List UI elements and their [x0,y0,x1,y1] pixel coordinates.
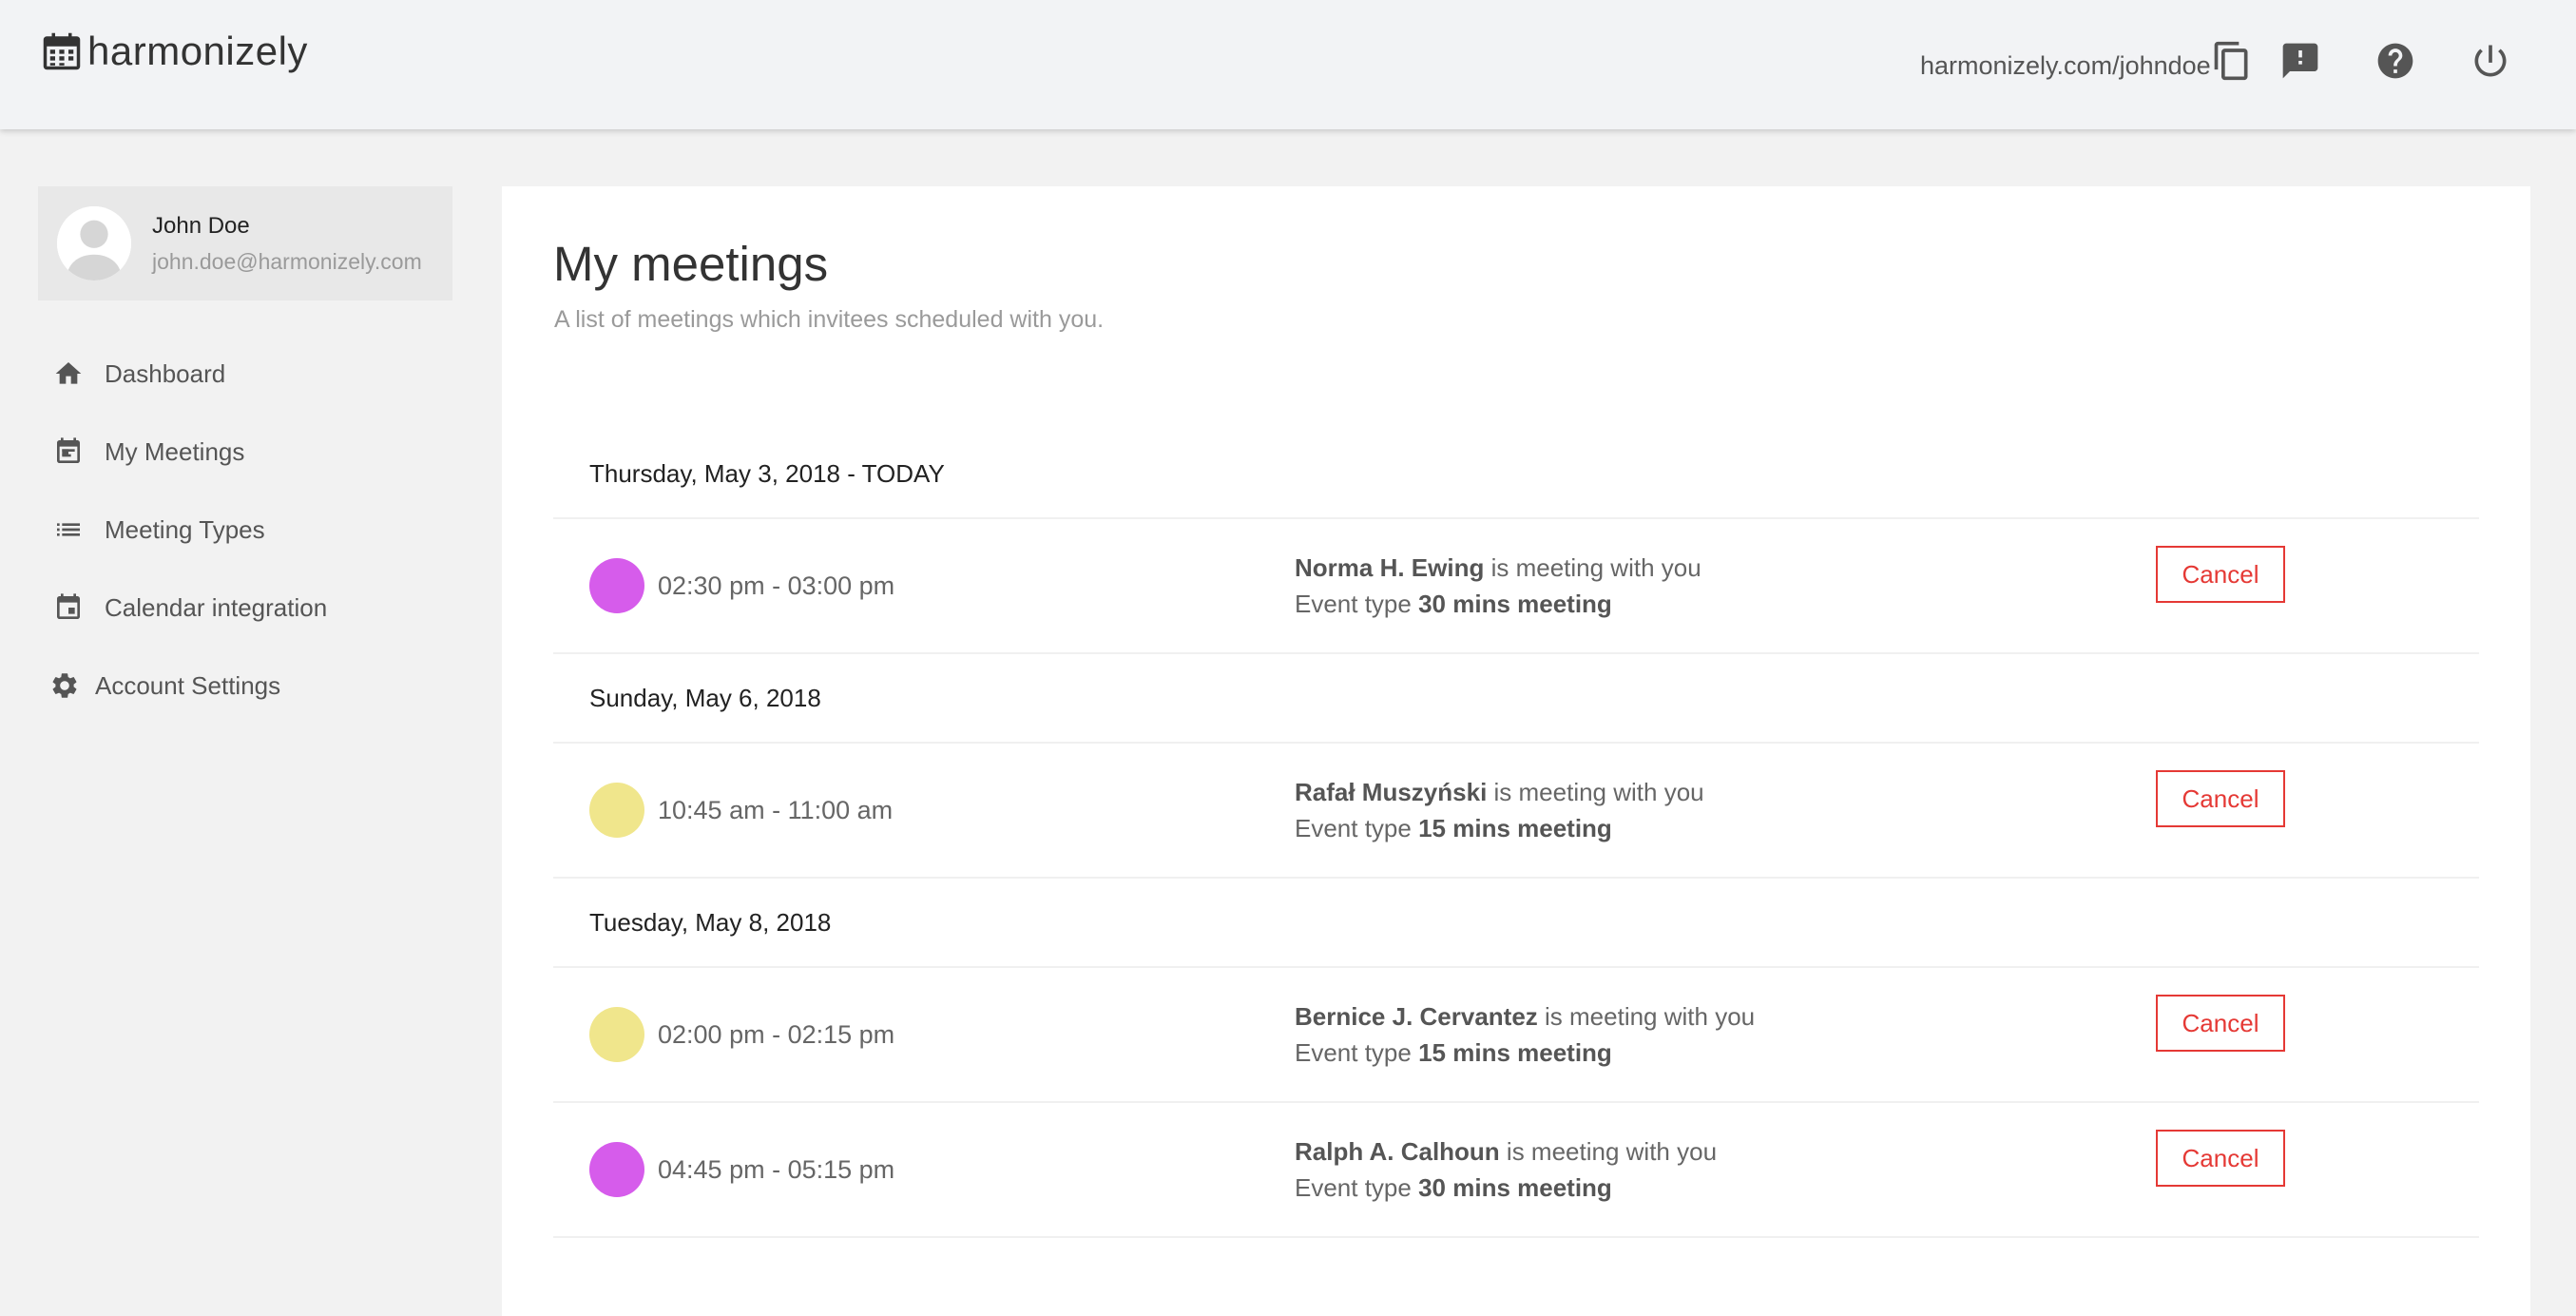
meeting-row: 10:45 am - 11:00 am Rafał Muszyński is m… [553,744,2479,879]
invitee-name: Ralph A. Calhoun [1295,1137,1500,1166]
meeting-event-line: Event type 15 mins meeting [1295,1035,2141,1071]
meeting-text: is meeting with you [1487,778,1704,806]
meeting-event-line: Event type 30 mins meeting [1295,586,2141,622]
event-type: 30 mins meeting [1418,590,1612,618]
invitee-name: Norma H. Ewing [1295,553,1485,582]
meeting-row: 02:30 pm - 03:00 pm Norma H. Ewing is me… [553,519,2479,654]
invitee-name: Bernice J. Cervantez [1295,1002,1538,1031]
meeting-text: is meeting with you [1499,1137,1718,1166]
event-label: Event type [1295,590,1419,618]
top-bar: harmonizely harmonizely.com/johndoe [0,0,2576,129]
event-label: Event type [1295,1173,1419,1202]
help-icon [2377,43,2413,79]
calendar-icon [43,32,81,70]
sidebar-item-label: Calendar integration [105,592,328,622]
user-profile: John Doe john.doe@harmonizely.com [38,186,452,300]
meeting-invitee-line: Bernice J. Cervantez is meeting with you [1295,998,2141,1035]
copy-icon [2214,41,2248,81]
invitee-name: Rafał Muszyński [1295,778,1488,806]
feedback-icon [2282,43,2318,79]
page-subtitle: A list of meetings which invitees schedu… [554,306,1105,333]
power-icon [2474,45,2507,77]
sidebar-item-account-settings[interactable]: Account Settings [38,647,452,725]
sidebar-item-label: Meeting Types [105,514,265,544]
meeting-invitee-line: Norma H. Ewing is meeting with you [1295,550,2141,586]
event-type: 15 mins meeting [1418,1038,1612,1067]
meeting-event-line: Event type 15 mins meeting [1295,810,2141,846]
meetings-list: Thursday, May 3, 2018 - TODAY 02:30 pm -… [553,430,2479,1238]
home-icon [55,362,82,384]
event-label: Event type [1295,814,1419,842]
logout-button[interactable] [2468,38,2513,84]
sidebar-item-calendar-integration[interactable]: Calendar integration [38,569,452,647]
avatar [57,206,131,281]
copy-url-button[interactable] [2209,38,2255,84]
meeting-row: 02:00 pm - 02:15 pm Bernice J. Cervantez… [553,968,2479,1103]
sidebar-item-label: My Meetings [105,436,245,466]
meeting-time: 04:45 pm - 05:15 pm [658,1154,895,1184]
date-header: Sunday, May 6, 2018 [553,654,2479,744]
event-label: Event type [1295,1038,1419,1067]
event-type: 30 mins meeting [1418,1173,1612,1202]
user-icon [57,206,131,281]
calendar-icon [57,593,80,619]
cancel-button[interactable]: Cancel [2156,546,2285,603]
date-header: Thursday, May 3, 2018 - TODAY [553,430,2479,519]
user-email: john.doe@harmonizely.com [152,248,422,274]
sidebar-item-dashboard[interactable]: Dashboard [38,335,452,413]
meeting-time: 10:45 am - 11:00 am [658,795,894,824]
meeting-color-dot [589,1142,644,1197]
sidebar-item-my-meetings[interactable]: My Meetings [38,413,452,491]
event-icon [57,437,80,463]
user-name: John Doe [152,212,250,239]
meeting-color-dot [589,783,644,838]
sidebar-item-meeting-types[interactable]: Meeting Types [38,491,452,569]
help-button[interactable] [2373,38,2418,84]
meeting-time: 02:00 pm - 02:15 pm [658,1019,895,1049]
main-content: My meetings A list of meetings which inv… [502,186,2530,1316]
meeting-text: is meeting with you [1537,1002,1756,1031]
meeting-invitee-line: Rafał Muszyński is meeting with you [1295,774,2141,810]
meeting-invitee-line: Ralph A. Calhoun is meeting with you [1295,1133,2141,1170]
cancel-button[interactable]: Cancel [2156,1130,2285,1187]
meeting-row: 04:45 pm - 05:15 pm Ralph A. Calhoun is … [553,1103,2479,1238]
cancel-button[interactable]: Cancel [2156,995,2285,1052]
meeting-time: 02:30 pm - 03:00 pm [658,571,895,600]
sidebar-item-label: Account Settings [95,670,281,700]
feedback-button[interactable] [2278,38,2323,84]
cancel-button[interactable]: Cancel [2156,770,2285,827]
meeting-color-dot [589,558,644,613]
sidebar-item-label: Dashboard [105,358,226,388]
public-url[interactable]: harmonizely.com/johndoe [1920,51,2211,81]
gear-icon [52,673,77,698]
meeting-event-line: Event type 30 mins meeting [1295,1170,2141,1206]
event-type: 15 mins meeting [1418,814,1612,842]
date-header: Tuesday, May 8, 2018 [553,879,2479,968]
meeting-color-dot [589,1007,644,1062]
app-name: harmonizely [87,29,308,73]
logo[interactable]: harmonizely [42,29,308,74]
meeting-text: is meeting with you [1484,553,1701,582]
list-icon [57,523,80,536]
page-title: My meetings [553,237,829,291]
sidebar-nav: Dashboard My Meetings Meeting Types Cale… [38,335,452,725]
